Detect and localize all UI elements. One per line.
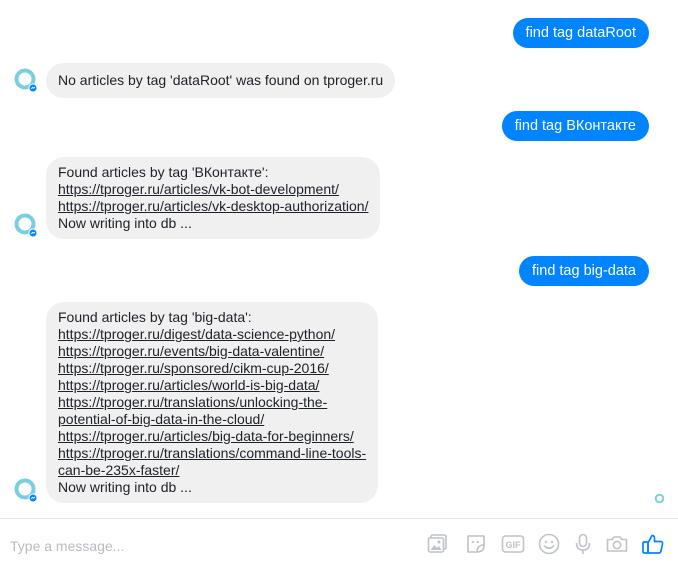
sticker-icon[interactable]	[464, 532, 488, 556]
article-link[interactable]: https://tproger.ru/articles/vk-bot-devel…	[58, 181, 368, 198]
outgoing-message: find tag ВКонтакте	[501, 111, 649, 141]
message-text: Found articles by tag 'big-data':	[58, 309, 252, 325]
camera-icon[interactable]	[605, 532, 629, 556]
article-link[interactable]: https://tproger.ru/translations/command-…	[58, 445, 366, 462]
message-text: No articles by tag 'dataRoot' was found …	[58, 72, 384, 88]
article-link[interactable]: https://tproger.ru/articles/vk-desktop-a…	[58, 198, 368, 215]
emoji-icon[interactable]	[537, 532, 561, 556]
outgoing-message: find tag dataRoot	[512, 18, 649, 48]
incoming-message: Found articles by tag 'ВКонтакте': https…	[46, 157, 381, 239]
article-link[interactable]: https://tproger.ru/translations/unlockin…	[58, 394, 366, 411]
image-icon[interactable]	[426, 532, 450, 556]
article-link[interactable]: https://tproger.ru/articles/world-is-big…	[58, 377, 366, 394]
message-text: Now writing into db ...	[58, 215, 192, 231]
article-link[interactable]: potential-of-big-data-in-the-cloud/	[58, 411, 366, 428]
svg-text:GIF: GIF	[506, 540, 522, 550]
outgoing-message: find tag big-data	[519, 256, 649, 286]
article-link[interactable]: can-be-235x-faster/	[58, 462, 366, 479]
message-text: Now writing into db ...	[58, 479, 192, 495]
microphone-icon[interactable]	[571, 532, 595, 556]
bot-avatar	[13, 67, 39, 93]
article-link[interactable]: https://tproger.ru/articles/big-data-for…	[58, 428, 366, 445]
bot-avatar	[13, 477, 39, 503]
message-thread: find tag dataRoot No articles by tag 'da…	[0, 0, 678, 518]
article-link[interactable]: https://tproger.ru/events/big-data-valen…	[58, 343, 366, 360]
incoming-message: Found articles by tag 'big-data': https:…	[46, 302, 379, 503]
article-link[interactable]: https://tproger.ru/digest/data-science-p…	[58, 326, 366, 343]
gif-icon[interactable]: GIF	[501, 532, 525, 556]
like-icon[interactable]	[641, 532, 665, 556]
article-link[interactable]: https://tproger.ru/sponsored/cikm-cup-20…	[58, 360, 366, 377]
message-input[interactable]: Type a message...	[10, 538, 124, 554]
seen-indicator-icon	[654, 491, 665, 504]
incoming-message: No articles by tag 'dataRoot' was found …	[46, 63, 396, 98]
bot-avatar	[13, 212, 39, 238]
message-composer: Type a message... GIF	[0, 518, 678, 568]
message-text: Found articles by tag 'ВКонтакте':	[58, 164, 269, 180]
